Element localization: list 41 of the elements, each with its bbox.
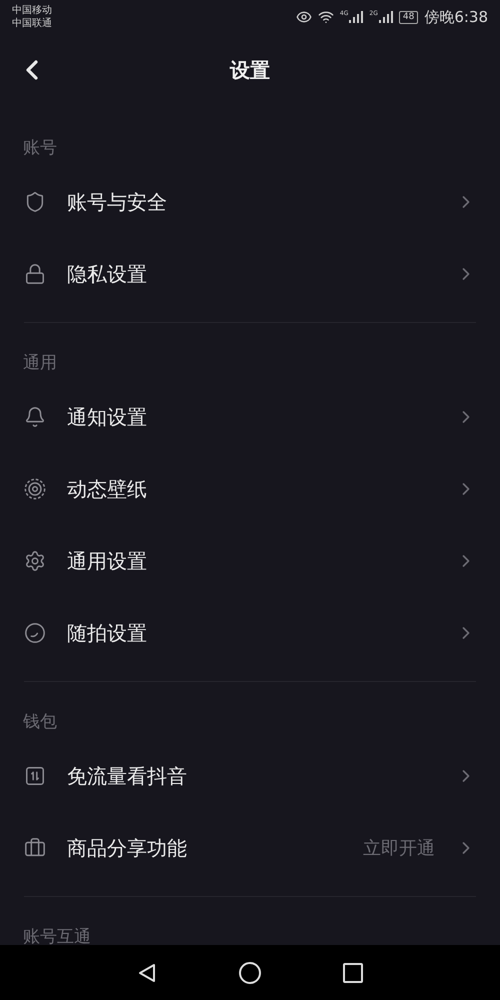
clock: 傍晚6:38 (424, 6, 488, 28)
wifi-icon (318, 9, 334, 25)
circle-arc-icon (24, 622, 46, 644)
arrows-square-icon (24, 765, 46, 787)
section-label: 账号 (23, 138, 57, 158)
gear-icon (24, 550, 46, 572)
settings-row[interactable]: 账号与安全 (0, 166, 500, 238)
section-label: 钱包 (23, 712, 57, 732)
lock-icon (24, 263, 46, 285)
back-icon[interactable] (136, 962, 158, 984)
row-label: 随拍设置 (67, 620, 148, 647)
settings-row[interactable]: 商品分享功能 立即开通 (0, 812, 500, 884)
shield-icon (24, 191, 46, 213)
settings-row[interactable]: 动态壁纸 (0, 453, 500, 525)
settings-row[interactable]: 通用设置 (0, 525, 500, 597)
signal-icon (378, 11, 393, 23)
signal-icon (349, 11, 364, 23)
bell-icon (24, 406, 46, 428)
settings-row[interactable]: 随拍设置 (0, 597, 500, 669)
section-label: 账号互通 (23, 927, 91, 945)
recents-icon[interactable] (342, 962, 364, 984)
row-label: 免流量看抖音 (67, 763, 188, 790)
carrier-name: 中国移动 (12, 4, 52, 17)
battery-icon: 48 (398, 10, 418, 24)
row-label: 商品分享功能 (67, 835, 188, 862)
row-label: 隐私设置 (67, 261, 148, 288)
page-title: 设置 (230, 56, 270, 84)
carrier-name: 中国联通 (12, 17, 52, 30)
home-icon[interactable] (238, 960, 262, 984)
briefcase-icon (24, 837, 46, 859)
concentric-circles-icon (24, 478, 46, 500)
settings-row[interactable]: 免流量看抖音 (0, 740, 500, 812)
row-label: 通用设置 (67, 548, 148, 575)
row-value: 立即开通 (363, 836, 435, 860)
eye-icon (296, 9, 312, 25)
row-label: 账号与安全 (67, 189, 168, 216)
settings-row[interactable]: 隐私设置 (0, 238, 500, 310)
settings-row[interactable]: 通知设置 (0, 381, 500, 453)
section-label: 通用 (23, 353, 57, 373)
row-label: 通知设置 (67, 404, 148, 431)
row-label: 动态壁纸 (67, 476, 148, 503)
